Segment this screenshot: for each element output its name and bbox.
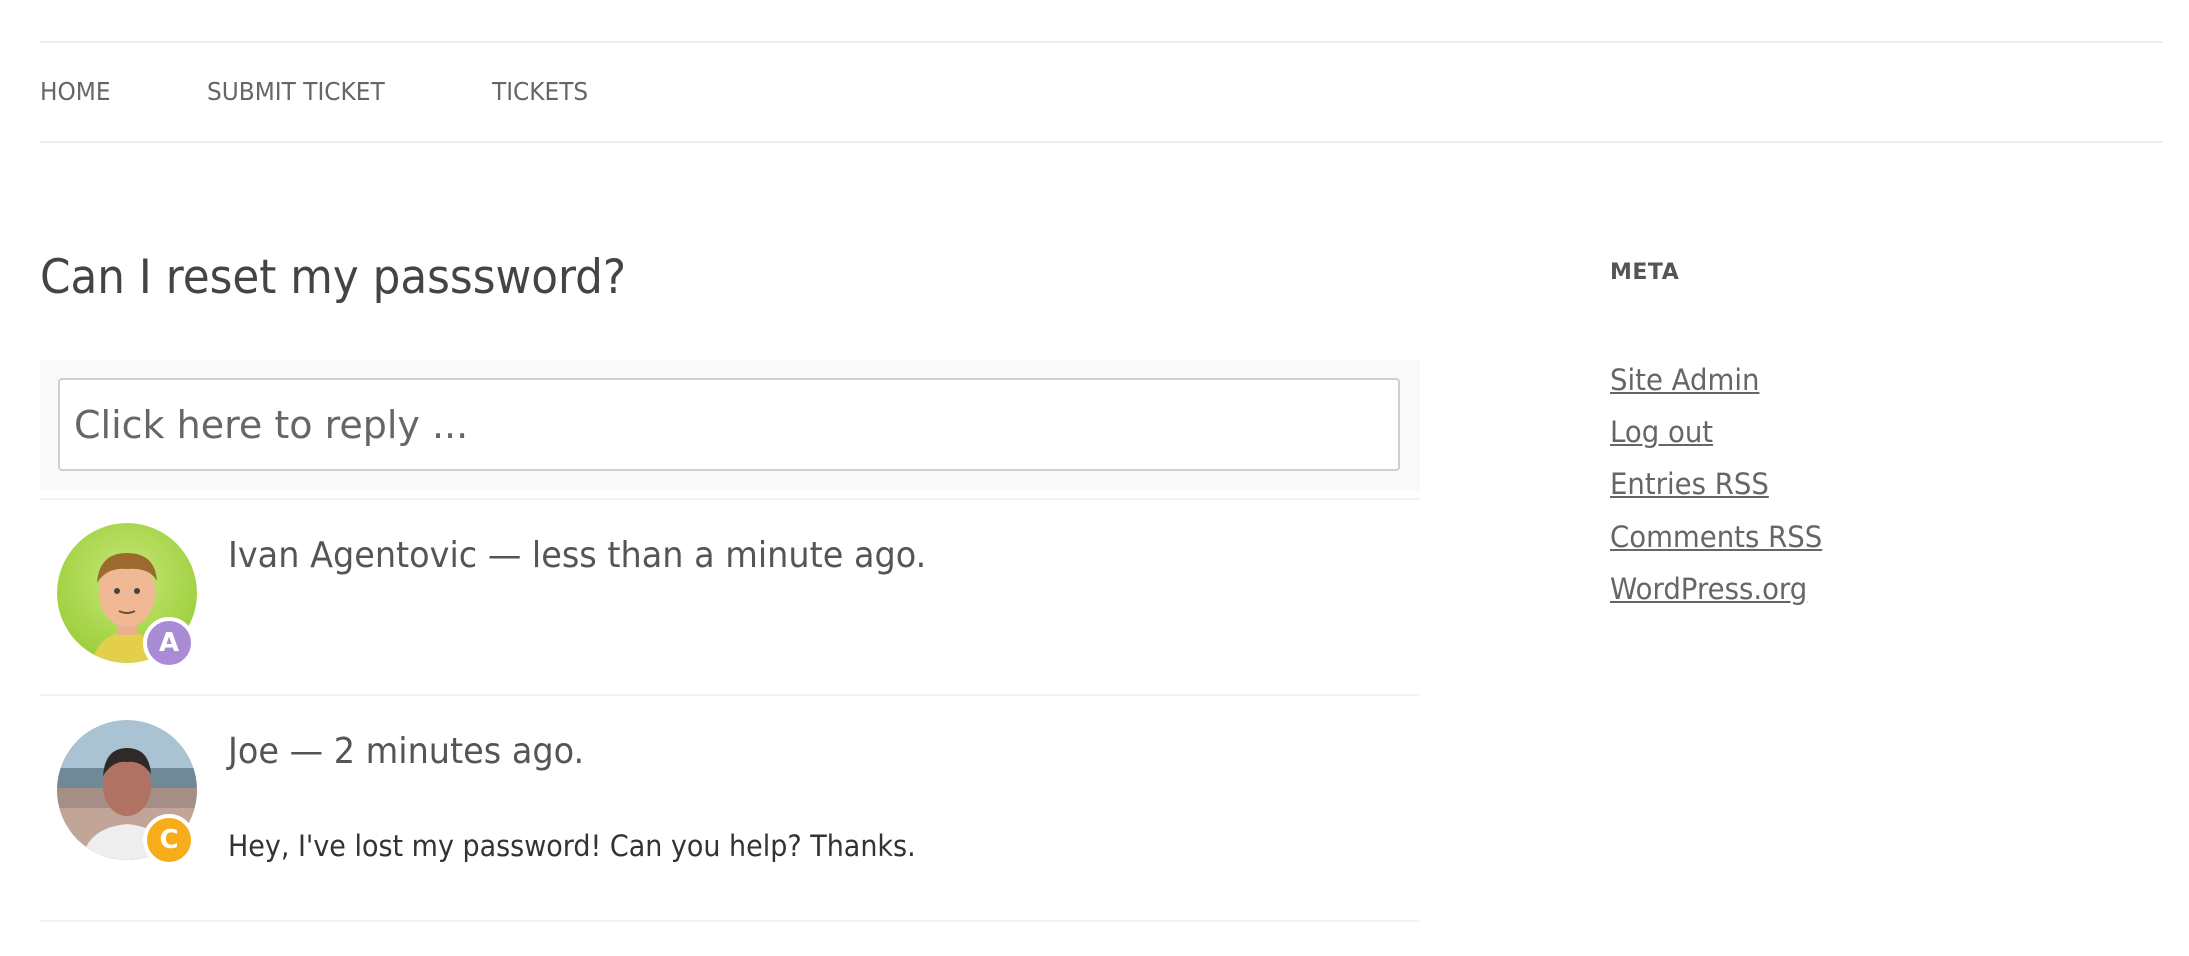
link-wordpress-org[interactable]: WordPress.org <box>1610 571 1807 607</box>
comment-body: Hey, I've lost my password! Can you help… <box>228 829 916 863</box>
link-log-out[interactable]: Log out <box>1610 414 1713 450</box>
nav-home[interactable]: HOME <box>40 77 111 107</box>
main-navigation: HOME SUBMIT TICKET TICKETS <box>40 41 2162 143</box>
comment-meta: Joe — 2 minutes ago. <box>228 731 585 772</box>
comment-item: A Ivan Agentovic — less than a minute ag… <box>40 500 1420 695</box>
comment-meta: Ivan Agentovic — less than a minute ago. <box>228 535 927 576</box>
divider <box>40 920 1420 922</box>
reply-box <box>40 360 1420 490</box>
nav-tickets[interactable]: TICKETS <box>492 77 588 107</box>
reply-input[interactable] <box>58 378 1400 471</box>
ticket-title: Can I reset my passsword? <box>40 250 627 305</box>
customer-role-badge: C <box>143 814 195 866</box>
widget-title-meta: META <box>1610 260 1680 285</box>
nav-submit-ticket[interactable]: SUBMIT TICKET <box>207 77 385 107</box>
link-comments-rss[interactable]: Comments RSS <box>1610 519 1822 555</box>
comment-item: C Joe — 2 minutes ago. Hey, I've lost my… <box>40 696 1420 921</box>
link-site-admin[interactable]: Site Admin <box>1610 362 1759 398</box>
link-entries-rss[interactable]: Entries RSS <box>1610 466 1769 502</box>
admin-role-badge: A <box>143 617 195 669</box>
